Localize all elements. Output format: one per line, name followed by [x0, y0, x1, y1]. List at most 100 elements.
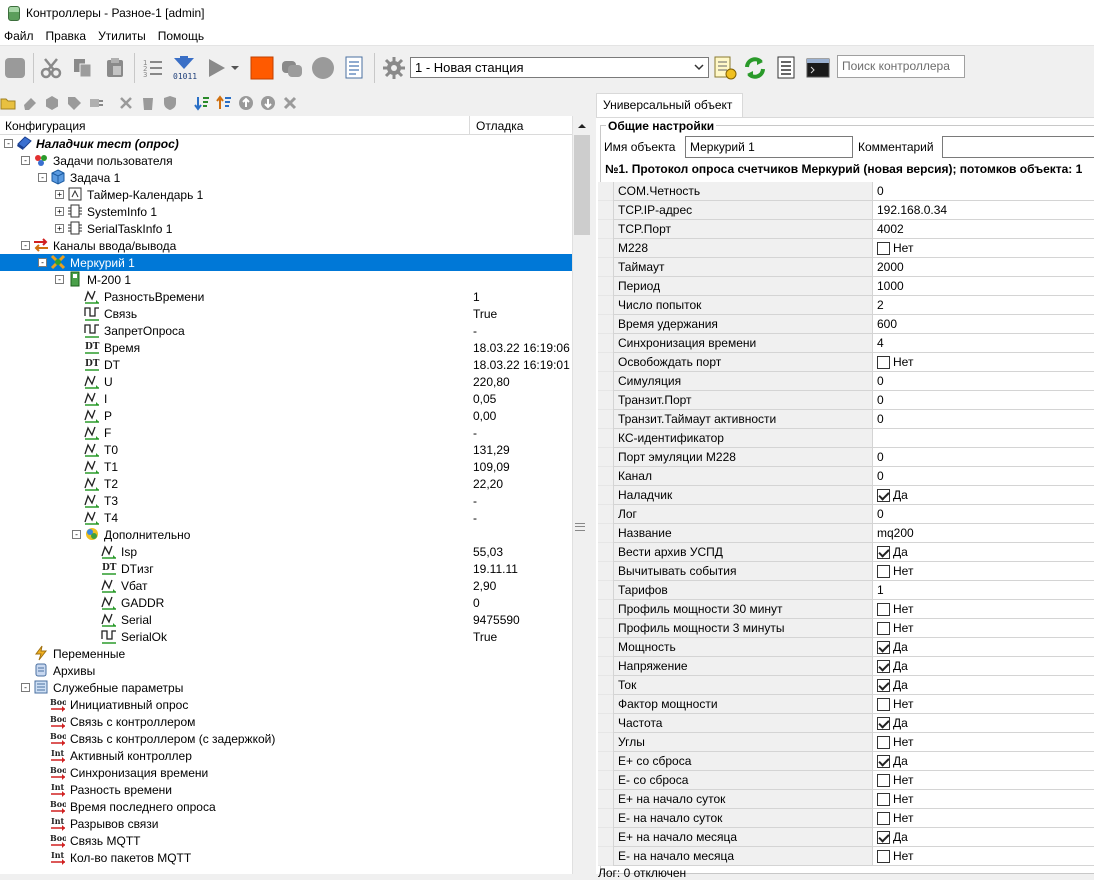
disabled-cut-icon[interactable]	[118, 95, 134, 111]
tree-row[interactable]: Int Разность времени	[0, 781, 572, 798]
plug-icon[interactable]	[88, 95, 104, 111]
tree-row[interactable]: + SystemInfo 1	[0, 203, 572, 220]
property-value[interactable]: 0	[873, 410, 1094, 429]
configuration-tree[interactable]: - Наладчик тест (опрос) - Задачи пользовате…	[0, 135, 572, 874]
tree-row[interactable]: Int Активный контроллер	[0, 747, 572, 764]
property-value[interactable]: 0	[873, 505, 1094, 524]
property-row[interactable]: COM.Четность 0	[598, 182, 1094, 201]
property-value[interactable]: 192.168.0.34	[873, 201, 1094, 220]
property-row[interactable]: КС-идентификатор	[598, 429, 1094, 448]
tree-scrollbar[interactable]	[572, 116, 590, 874]
scroll-up-icon[interactable]	[574, 118, 590, 134]
property-value[interactable]: Нет	[873, 733, 1094, 752]
tree-row[interactable]: U 220,80	[0, 373, 572, 390]
tree-row[interactable]: - Меркурий 1	[0, 254, 572, 271]
delete-icon[interactable]	[140, 95, 156, 111]
tree-row[interactable]: Int Разрывов связи	[0, 815, 572, 832]
tree-row[interactable]: I 0,05	[0, 390, 572, 407]
tree-row[interactable]: P 0,00	[0, 407, 572, 424]
run-dropdown-icon[interactable]	[228, 55, 242, 81]
property-row[interactable]: Ток Да	[598, 676, 1094, 695]
property-value[interactable]: 0	[873, 467, 1094, 486]
menu-utilities[interactable]: Утилиты	[92, 29, 152, 43]
property-row[interactable]: Частота Да	[598, 714, 1094, 733]
property-row[interactable]: Вычитывать события Нет	[598, 562, 1094, 581]
property-checkbox[interactable]	[877, 850, 890, 863]
column-configuration[interactable]: Конфигурация	[5, 119, 86, 133]
property-row[interactable]: Мощность Да	[598, 638, 1094, 657]
collapse-icon[interactable]: -	[38, 258, 47, 267]
property-row[interactable]: Время удержания 600	[598, 315, 1094, 334]
property-value[interactable]: mq200	[873, 524, 1094, 543]
property-value[interactable]: Да	[873, 543, 1094, 562]
open-folder-icon[interactable]	[0, 95, 16, 111]
gear-icon[interactable]	[381, 55, 407, 81]
property-value[interactable]: 0	[873, 372, 1094, 391]
expand-icon[interactable]: +	[55, 224, 64, 233]
property-row[interactable]: Тарифов 1	[598, 581, 1094, 600]
tree-row[interactable]: T0 131,29	[0, 441, 572, 458]
tree-row[interactable]: Serial 9475590	[0, 611, 572, 628]
property-value[interactable]: Да	[873, 486, 1094, 505]
numbered-list-icon[interactable]: 123	[140, 55, 166, 81]
tree-row[interactable]: - Каналы ввода/вывода	[0, 237, 572, 254]
comment-field[interactable]	[942, 136, 1094, 158]
collapse-icon[interactable]: -	[21, 683, 30, 692]
tree-row[interactable]: Isp 55,03	[0, 543, 572, 560]
menu-edit[interactable]: Правка	[40, 29, 93, 43]
property-value[interactable]: 2000	[873, 258, 1094, 277]
property-value[interactable]: Нет	[873, 562, 1094, 581]
tree-row[interactable]: Bool Связь с контроллером	[0, 713, 572, 730]
property-value[interactable]: Нет	[873, 695, 1094, 714]
cut-icon[interactable]	[38, 55, 64, 81]
property-checkbox[interactable]	[877, 641, 890, 654]
property-row[interactable]: E+ со сброса Да	[598, 752, 1094, 771]
tree-row[interactable]: Архивы	[0, 662, 572, 679]
tree-row[interactable]: + Таймер-Календарь 1	[0, 186, 572, 203]
property-value[interactable]: 600	[873, 315, 1094, 334]
tree-row[interactable]: - Дополнительно	[0, 526, 572, 543]
property-value[interactable]: Да	[873, 676, 1094, 695]
property-value[interactable]: 4	[873, 334, 1094, 353]
property-value[interactable]: 1000	[873, 277, 1094, 296]
menu-help[interactable]: Помощь	[152, 29, 210, 43]
stop-icon[interactable]	[249, 55, 275, 81]
tree-row[interactable]: Bool Инициативный опрос	[0, 696, 572, 713]
property-row[interactable]: TCP.IP-адрес 192.168.0.34	[598, 201, 1094, 220]
property-value[interactable]: Нет	[873, 771, 1094, 790]
property-checkbox[interactable]	[877, 622, 890, 635]
property-row[interactable]: E+ на начало суток Нет	[598, 790, 1094, 809]
property-row[interactable]: E- на начало месяца Нет	[598, 847, 1094, 866]
sort-up-icon[interactable]	[216, 95, 232, 111]
column-debug[interactable]: Отладка	[469, 116, 572, 135]
property-row[interactable]: Наладчик Да	[598, 486, 1094, 505]
property-row[interactable]: Углы Нет	[598, 733, 1094, 752]
expand-icon[interactable]: +	[55, 207, 64, 216]
arrow-up-icon[interactable]	[238, 95, 254, 111]
property-row[interactable]: Напряжение Да	[598, 657, 1094, 676]
property-row[interactable]: M228 Нет	[598, 239, 1094, 258]
property-row[interactable]: Фактор мощности Нет	[598, 695, 1094, 714]
tree-row[interactable]: Bool Связь с контроллером (с задержкой)	[0, 730, 572, 747]
property-row[interactable]: E- со сброса Нет	[598, 771, 1094, 790]
hexagon-icon[interactable]	[44, 95, 60, 111]
property-row[interactable]: Профиль мощности 30 минут Нет	[598, 600, 1094, 619]
download-binary-icon[interactable]: 01011	[171, 55, 197, 81]
property-value[interactable]: Да	[873, 828, 1094, 847]
property-value[interactable]: 4002	[873, 220, 1094, 239]
property-value[interactable]: 1	[873, 581, 1094, 600]
tree-row[interactable]: Bool Связь MQTT	[0, 832, 572, 849]
splitter-grip-icon[interactable]	[575, 523, 585, 531]
paste-icon[interactable]	[102, 55, 128, 81]
property-value[interactable]: Нет	[873, 847, 1094, 866]
property-value[interactable]: Нет	[873, 619, 1094, 638]
tag-icon[interactable]	[66, 95, 82, 111]
property-value[interactable]: 0	[873, 448, 1094, 467]
tree-row[interactable]: T2 22,20	[0, 475, 572, 492]
property-row[interactable]: Число попыток 2	[598, 296, 1094, 315]
collapse-icon[interactable]: -	[55, 275, 64, 284]
report-icon[interactable]	[712, 55, 738, 81]
tree-row[interactable]: DT DTизг 19.11.11	[0, 560, 572, 577]
eraser-icon[interactable]	[22, 95, 38, 111]
collapse-icon[interactable]: -	[21, 241, 30, 250]
